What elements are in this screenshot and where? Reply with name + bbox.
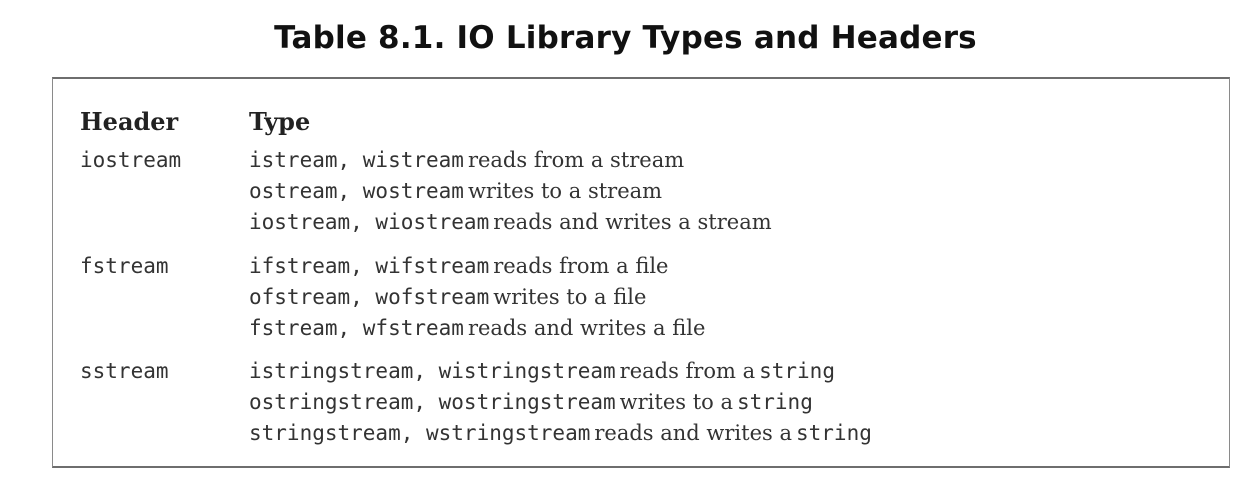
type-names: ifstream, wifstream [249,254,490,278]
type-description-code: string [759,359,835,383]
type-description: reads from a file [493,254,669,278]
header-name: fstream [80,254,169,278]
table-row: ifstream, wifstream reads from a file [249,251,705,282]
table-row: ostream, wostream writes to a stream [249,176,772,207]
type-description-code: string [796,421,872,445]
type-names: ostream, wostream [249,179,464,203]
type-names: stringstream, wstringstream [249,421,591,445]
type-description: writes to a [619,390,733,414]
type-lines: istream, wistream reads from a stream os… [249,145,772,238]
type-names: ofstream, wofstream [249,285,490,309]
header-name: sstream [80,359,169,383]
type-names: istream, wistream [249,148,464,172]
header-name: iostream [80,148,182,172]
type-description: reads from a stream [467,148,685,172]
table-row: istringstream, wistringstream reads from… [249,356,872,387]
table-row: iostream, wiostream reads and writes a s… [249,207,772,238]
table-row: stringstream, wstringstream reads and wr… [249,418,872,449]
table-row: ostringstream, wostringstream writes to … [249,387,872,418]
type-description: reads and writes a file [467,316,706,340]
type-lines: ifstream, wifstream reads from a file of… [249,251,705,344]
column-header-type: Type [249,107,311,136]
column-header-header: Header [80,107,179,136]
type-names: fstream, wfstream [249,316,464,340]
type-description: writes to a stream [467,179,663,203]
type-lines: istringstream, wistringstream reads from… [249,356,872,449]
type-description: reads from a [619,359,756,383]
table-row: fstream, wfstream reads and writes a fil… [249,313,705,344]
type-description-code: string [736,390,813,414]
type-description: reads and writes a stream [493,210,772,234]
type-names: istringstream, wistringstream [249,359,616,383]
type-names: iostream, wiostream [249,210,490,234]
table-row: ofstream, wofstream writes to a file [249,282,705,313]
type-description: writes to a file [493,285,647,309]
page-title: Table 8.1. IO Library Types and Headers [274,20,977,56]
io-types-table: Header Type iostream istream, wistream r… [52,77,1230,468]
table-header-row: Header Type [53,107,1229,137]
table-row: istream, wistream reads from a stream [249,145,772,176]
type-description: reads and writes a [594,421,792,445]
type-names: ostringstream, wostringstream [249,390,616,414]
